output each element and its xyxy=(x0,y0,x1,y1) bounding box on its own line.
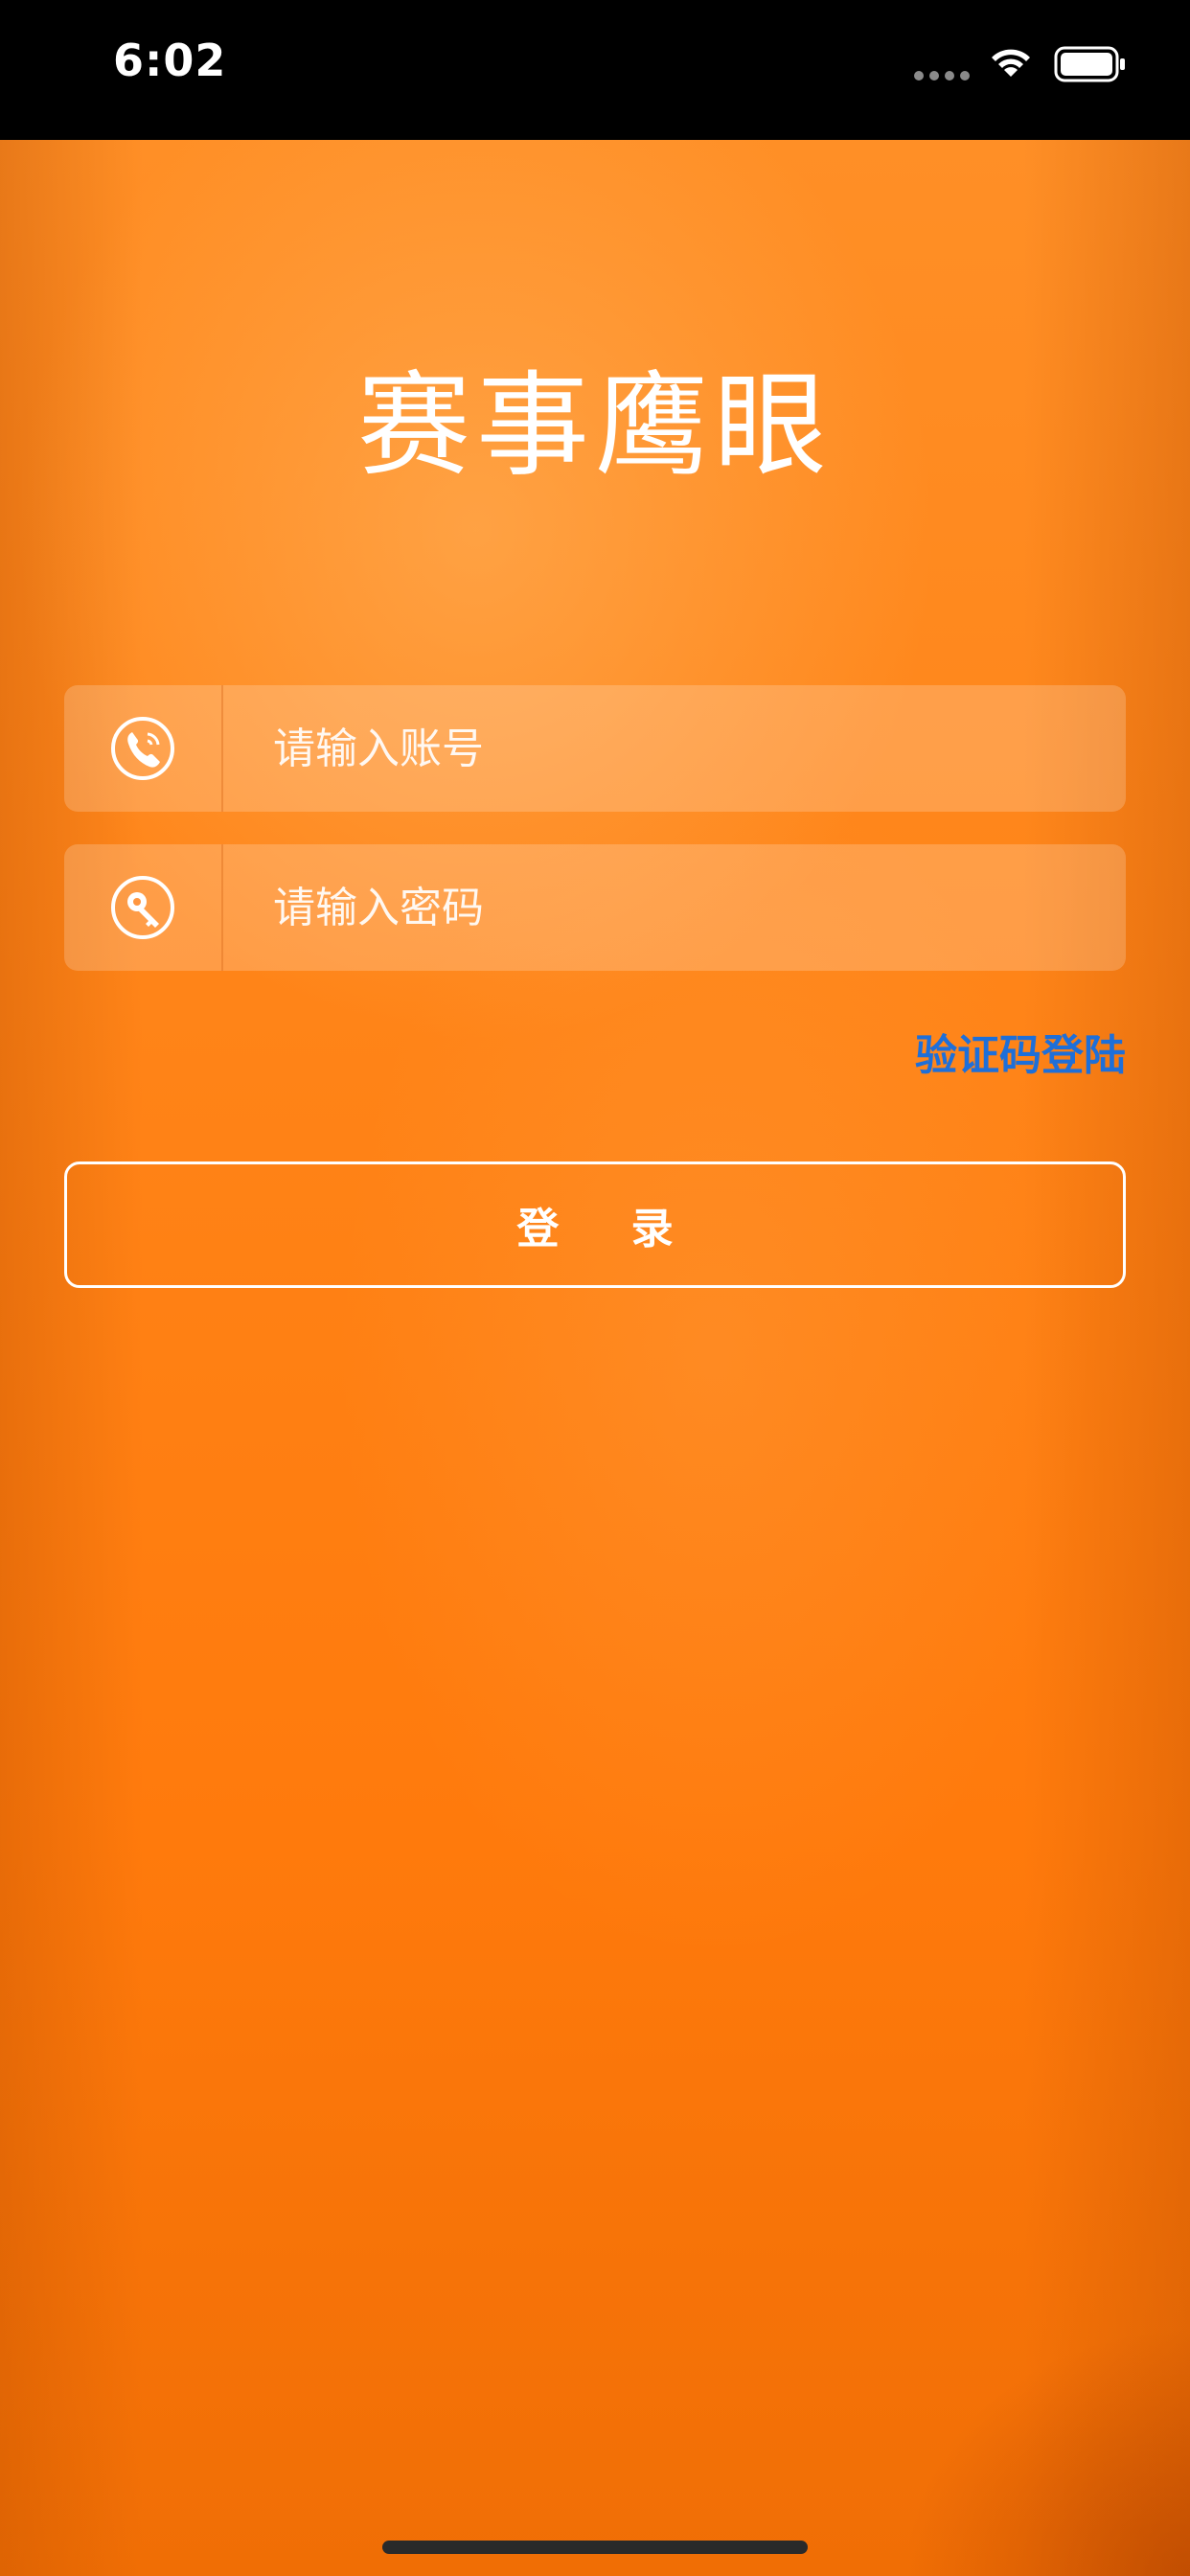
login-button[interactable]: 登 录 xyxy=(64,1162,1126,1288)
background-shade xyxy=(903,2327,1190,2576)
battery-icon xyxy=(1054,46,1125,82)
account-field xyxy=(64,684,1126,813)
login-screen: 6:02 赛事鹰眼 请输入账号 验证码登陆 登 录 xyxy=(0,0,1190,2576)
status-bar: 6:02 xyxy=(0,0,1190,140)
password-input[interactable] xyxy=(223,843,1126,972)
signal-dots-icon xyxy=(914,71,970,80)
key-icon xyxy=(64,844,223,971)
app-title: 赛事鹰眼 xyxy=(356,359,833,492)
home-indicator xyxy=(382,2541,808,2554)
sms-code-login-link[interactable]: 验证码登陆 xyxy=(915,1021,1126,1082)
background xyxy=(0,140,1190,2576)
account-input[interactable] xyxy=(223,684,1126,813)
phone-icon xyxy=(64,685,223,812)
password-field xyxy=(64,843,1126,972)
status-time: 6:02 xyxy=(113,34,227,86)
wifi-icon xyxy=(992,49,1030,77)
